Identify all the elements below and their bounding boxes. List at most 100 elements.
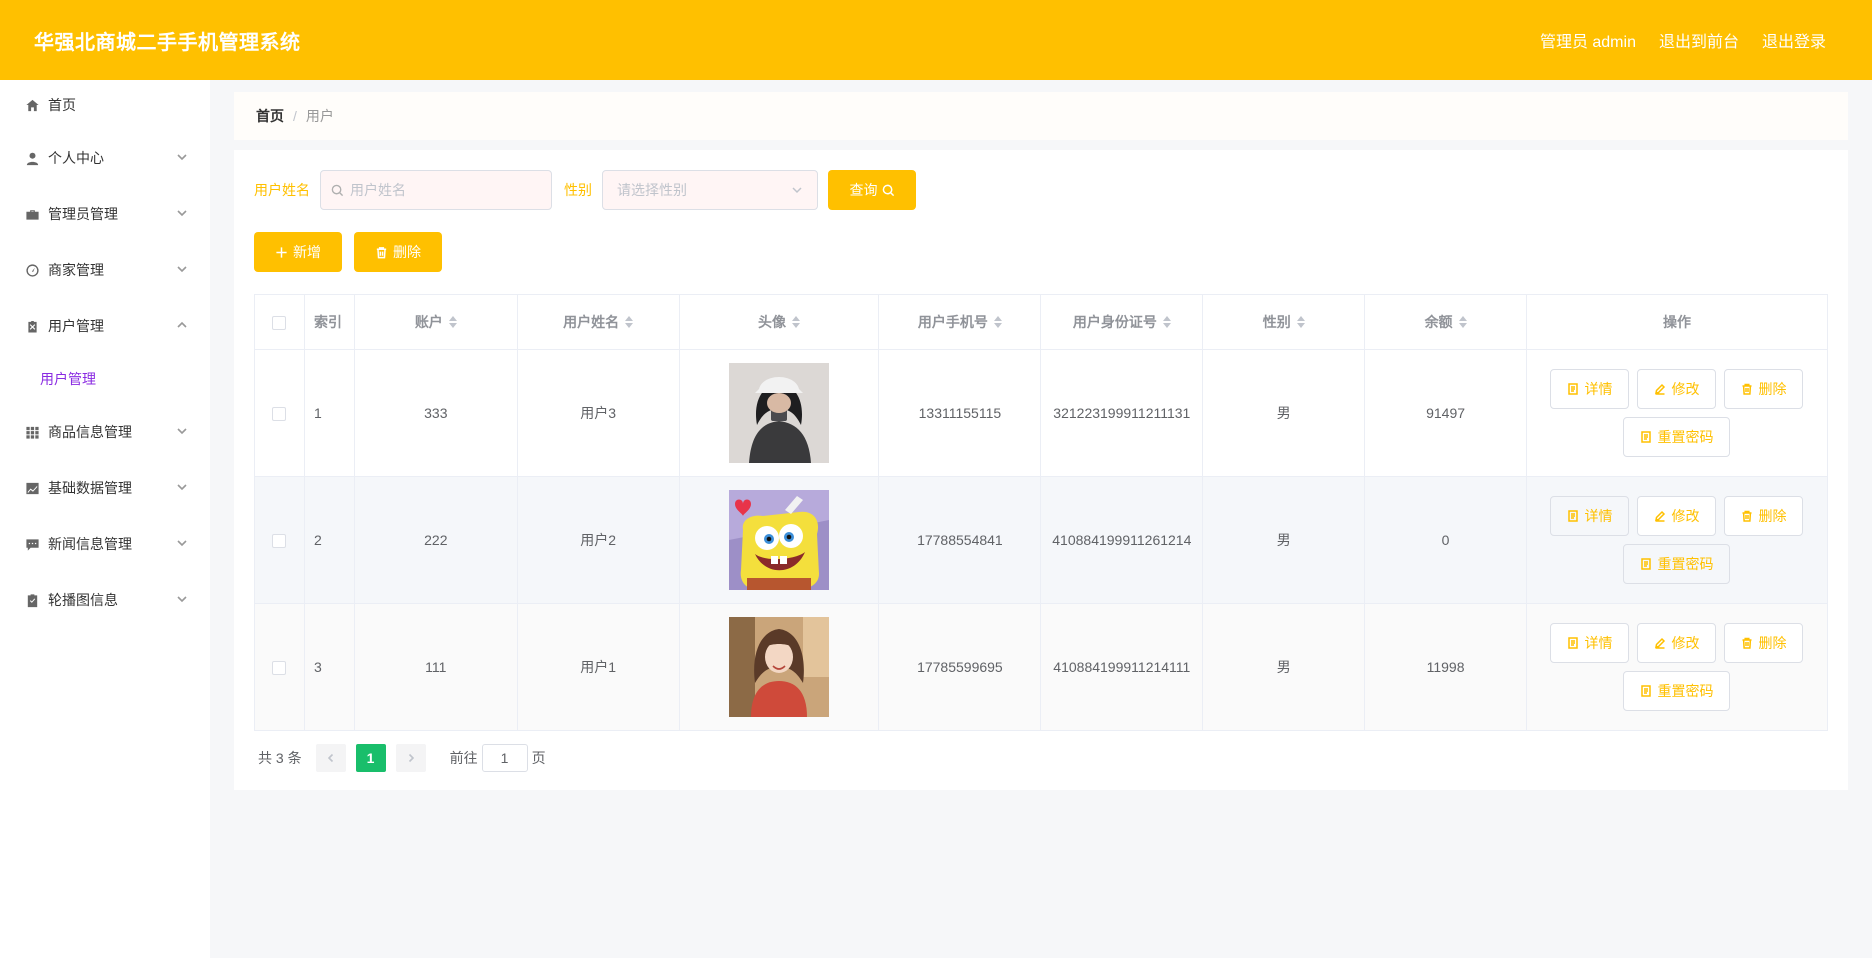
reset-password-button[interactable]: 重置密码	[1623, 417, 1731, 457]
chevron-down-icon	[176, 424, 188, 436]
reset-password-button[interactable]: 重置密码	[1623, 544, 1731, 584]
reset-password-button-label: 重置密码	[1657, 429, 1714, 445]
column-header-account[interactable]: 账户	[353, 294, 518, 350]
cell-idcard: 321223199911211131	[1040, 349, 1204, 477]
edit-button[interactable]: 修改	[1637, 623, 1717, 663]
submenu-item-user-management[interactable]: 用户管理	[0, 354, 210, 404]
sidebar: 首页 个人中心 管理员管理 商家管理 用户管理 用户管理 商品信息管理 基础数据…	[0, 80, 210, 958]
cell-index: 1	[303, 349, 355, 477]
column-header-balance[interactable]: 余额	[1364, 294, 1527, 350]
query-button[interactable]: 查询	[828, 170, 916, 210]
cell-name: 用户2	[516, 476, 680, 604]
column-header-avatar[interactable]: 头像	[678, 294, 880, 350]
pagination-goto: 前往 页	[450, 744, 546, 772]
breadcrumb-home[interactable]: 首页	[256, 106, 284, 126]
detail-button[interactable]: 详情	[1550, 496, 1630, 536]
sidebar-item-personal-center[interactable]: 个人中心	[0, 130, 210, 186]
chevron-down-icon	[176, 480, 188, 492]
home-icon	[24, 97, 40, 113]
gender-select[interactable]: 请选择性别	[602, 170, 818, 210]
cell-account: 111	[353, 603, 518, 731]
search-icon	[331, 184, 344, 196]
column-header-label: 用户手机号	[917, 314, 988, 330]
search-bar: 用户姓名 性别 请选择性别 查询	[254, 170, 916, 210]
sidebar-item-user-management[interactable]: 用户管理	[0, 298, 210, 354]
row-select-cell	[254, 349, 305, 477]
sidebar-item-label: 首页	[48, 97, 76, 113]
detail-button[interactable]: 详情	[1550, 369, 1630, 409]
cell-phone: 13311155115	[878, 349, 1042, 477]
sidebar-item-home[interactable]: 首页	[0, 80, 210, 130]
grid-icon	[24, 424, 40, 440]
row-checkbox[interactable]	[272, 534, 287, 549]
detail-button-label: 详情	[1584, 381, 1613, 397]
avatar-girl-red[interactable]	[729, 617, 829, 717]
sidebar-item-merchant-management[interactable]: 商家管理	[0, 242, 210, 298]
delete-button-label: 删除	[1758, 508, 1787, 524]
column-header-label: 余额	[1424, 314, 1453, 330]
row-checkbox[interactable]	[272, 407, 287, 422]
row-checkbox[interactable]	[272, 661, 287, 676]
batch-delete-button[interactable]: 删除	[354, 232, 442, 272]
sidebar-item-admin-management[interactable]: 管理员管理	[0, 186, 210, 242]
logout-link[interactable]: 退出登录	[1762, 28, 1826, 52]
sidebar-item-label: 个人中心	[48, 150, 104, 166]
column-header-idcard[interactable]: 用户身份证号	[1040, 294, 1204, 350]
cell-index: 2	[303, 476, 355, 604]
name-search-field[interactable]	[320, 170, 552, 210]
idcard-text: 321223199911211131	[1053, 405, 1191, 421]
reset-password-button[interactable]: 重置密码	[1623, 671, 1731, 711]
cell-phone: 17785599695	[878, 603, 1042, 731]
column-header-operations: 操作	[1525, 294, 1829, 350]
delete-button[interactable]: 删除	[1724, 623, 1804, 663]
goto-page-input[interactable]	[481, 744, 528, 772]
edit-button[interactable]: 修改	[1637, 369, 1717, 409]
delete-button-label: 删除	[1758, 381, 1787, 397]
sidebar-item-product-management[interactable]: 商品信息管理	[0, 404, 210, 460]
document-icon	[1641, 558, 1652, 570]
delete-button[interactable]: 删除	[1724, 496, 1804, 536]
column-header-name[interactable]: 用户姓名	[516, 294, 680, 350]
chevron-down-icon	[176, 206, 188, 218]
edit-button[interactable]: 修改	[1637, 496, 1717, 536]
cell-name: 用户3	[516, 349, 680, 477]
breadcrumb: 首页 / 用户	[234, 92, 1848, 140]
cell-gender: 男	[1202, 603, 1366, 731]
name-search-input[interactable]	[350, 182, 540, 198]
next-page-button[interactable]	[395, 744, 426, 772]
page-number-current[interactable]: 1	[355, 744, 386, 772]
chevron-down-icon	[792, 187, 802, 194]
avatar-spongebob[interactable]	[729, 490, 829, 590]
add-button[interactable]: 新增	[254, 232, 342, 272]
select-all-checkbox[interactable]	[272, 316, 287, 331]
sidebar-item-label: 管理员管理	[48, 206, 118, 222]
column-header-phone[interactable]: 用户手机号	[878, 294, 1042, 350]
pagination-total: 共 3 条	[258, 750, 302, 766]
sidebar-item-carousel-info[interactable]: 轮播图信息	[0, 572, 210, 628]
edit-icon	[1655, 383, 1666, 395]
avatar-girl-cap[interactable]	[729, 363, 829, 463]
detail-button[interactable]: 详情	[1550, 623, 1630, 663]
edit-icon	[1655, 637, 1666, 649]
sort-icon	[1162, 316, 1171, 328]
column-header-gender[interactable]: 性别	[1202, 294, 1366, 350]
sort-icon	[625, 316, 634, 328]
prev-page-button[interactable]	[315, 744, 346, 772]
goto-suffix: 页	[531, 750, 546, 766]
reset-password-button-label: 重置密码	[1657, 556, 1714, 572]
to-front-link[interactable]: 退出到前台	[1659, 28, 1739, 52]
delete-button[interactable]: 删除	[1724, 369, 1804, 409]
document-icon	[1568, 383, 1579, 395]
table-row: 3 111 用户1 17785599695 410884199911214111…	[254, 603, 1829, 731]
search-icon	[882, 184, 894, 196]
edit-button-label: 修改	[1671, 381, 1700, 397]
sidebar-item-label: 基础数据管理	[48, 480, 132, 496]
column-header-label: 账户	[414, 314, 443, 330]
edit-button-label: 修改	[1671, 508, 1700, 524]
sidebar-item-news-management[interactable]: 新闻信息管理	[0, 516, 210, 572]
cell-name: 用户1	[516, 603, 680, 731]
app-title: 华强北商城二手手机管理系统	[34, 31, 301, 54]
chat-icon	[24, 536, 40, 552]
sidebar-item-base-data-management[interactable]: 基础数据管理	[0, 460, 210, 516]
sidebar-item-label: 用户管理	[48, 318, 104, 334]
